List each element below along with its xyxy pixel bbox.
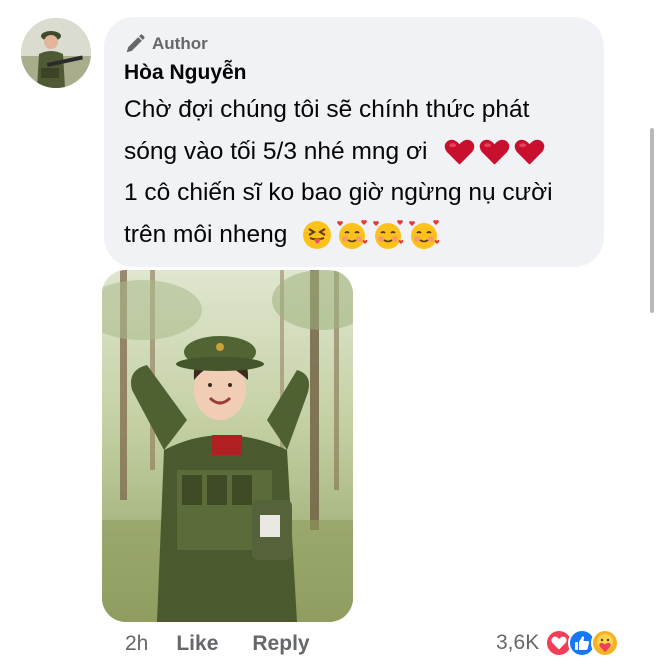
reaction-icons	[545, 629, 620, 657]
heart-emoji	[479, 138, 510, 166]
comment-line-2-text: sóng vào tối 5/3 nhé mng ơi	[124, 137, 428, 165]
comment-text: Chờ đợi chúng tôi sẽ chính thức phát són…	[124, 89, 594, 255]
comment-line-4: trên môi nheng	[124, 214, 594, 256]
comment-line-2: sóng vào tối 5/3 nhé mng ơi	[124, 131, 594, 173]
comment-line-3: 1 cô chiến sĩ ko bao giờ ngừng nụ cười	[124, 179, 553, 206]
comment-line-1: Chờ đợi chúng tôi sẽ chính thức phát	[124, 96, 530, 123]
comment-line-4-text: trên môi nheng	[124, 220, 288, 248]
pencil-icon	[126, 34, 145, 53]
avatar-image	[21, 18, 91, 88]
care-reaction-icon	[591, 629, 620, 657]
author-name[interactable]: Hòa Nguyễn	[124, 61, 247, 85]
reply-button[interactable]: Reply	[252, 632, 309, 656]
author-badge-label: Author	[152, 34, 208, 53]
author-badge: Author	[124, 33, 208, 55]
reaction-count: 3,6K	[496, 631, 540, 654]
like-button[interactable]: Like	[176, 632, 218, 656]
heart-emoji	[444, 138, 475, 166]
heart-emoji	[514, 138, 545, 166]
comment-actions: 2h Like Reply	[125, 630, 310, 658]
reaction-summary[interactable]: 3,6K	[496, 629, 620, 657]
comment-bubble: Author Hòa Nguyễn Chờ đợi chúng tôi sẽ c…	[104, 17, 604, 267]
soldier-photo	[102, 270, 353, 622]
smiling-hearts-emoji	[336, 220, 368, 250]
scrollbar[interactable]	[650, 128, 654, 313]
smiling-hearts-emoji	[408, 220, 440, 250]
author-avatar[interactable]	[21, 18, 91, 88]
smiling-hearts-emoji	[372, 220, 404, 250]
squinting-tongue-emoji	[302, 220, 332, 250]
comment-timestamp[interactable]: 2h	[125, 632, 148, 656]
comment-photo[interactable]	[102, 270, 353, 622]
